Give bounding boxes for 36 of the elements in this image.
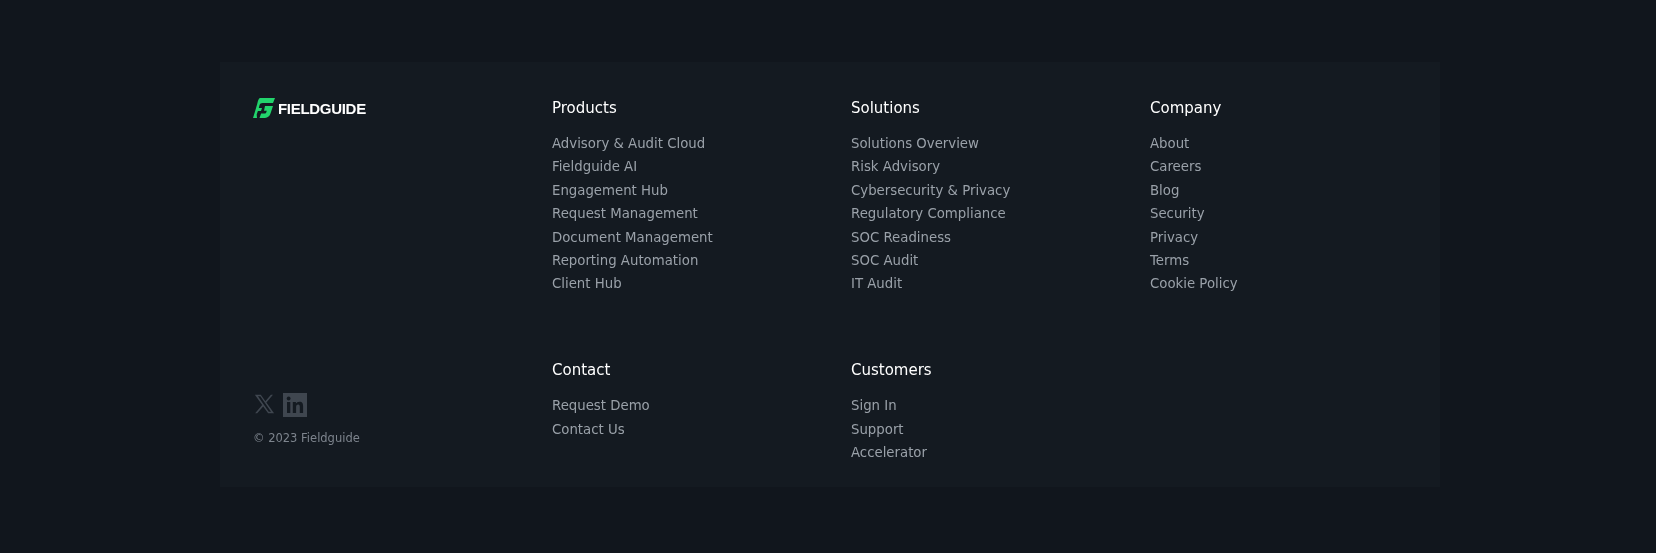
copyright-text: © 2023 Fieldguide	[253, 431, 361, 445]
footer-link[interactable]: Terms	[1150, 249, 1190, 273]
x-icon[interactable]	[253, 393, 275, 415]
column-heading: Customers	[851, 360, 933, 381]
footer-link[interactable]: Fieldguide AI	[552, 155, 638, 179]
footer-link[interactable]: Accelerator	[851, 441, 927, 465]
footer-link[interactable]: Solutions Overview	[851, 132, 979, 156]
logo-icon[interactable]	[253, 98, 275, 118]
column-heading: Company	[1150, 98, 1223, 118]
column-heading: Solutions	[851, 98, 921, 118]
brand-name[interactable]: FIELDGUIDE	[278, 99, 366, 117]
footer-link[interactable]: Blog	[1150, 178, 1180, 203]
footer-link[interactable]: Regulatory Compliance	[851, 202, 1006, 226]
footer-link[interactable]: Advisory & Audit Cloud	[552, 132, 706, 156]
linkedin-icon[interactable]	[283, 393, 307, 417]
footer-link[interactable]: Client Hub	[552, 272, 622, 296]
footer-link[interactable]: Sign In	[851, 394, 897, 418]
footer-link[interactable]: Risk Advisory	[851, 155, 941, 179]
footer-link[interactable]: Request Demo	[552, 394, 650, 418]
footer-link[interactable]: IT Audit	[851, 272, 903, 296]
footer-link[interactable]: SOC Readiness	[851, 225, 951, 250]
footer-link[interactable]: Privacy	[1150, 225, 1199, 250]
footer-link[interactable]: Document Management	[552, 225, 713, 250]
footer-link[interactable]: Contact Us	[552, 417, 625, 442]
footer-link[interactable]: Engagement Hub	[552, 178, 668, 203]
footer-link[interactable]: Reporting Automation	[552, 249, 699, 273]
footer-link[interactable]: Cookie Policy	[1150, 272, 1238, 296]
footer-link[interactable]: Security	[1150, 202, 1205, 226]
column-heading: Products	[552, 98, 618, 118]
column-heading: Contact	[552, 360, 612, 381]
footer-link[interactable]: Request Management	[552, 202, 698, 226]
footer-link[interactable]: Support	[851, 417, 904, 442]
footer-link[interactable]: SOC Audit	[851, 249, 919, 273]
footer-link[interactable]: Cybersecurity & Privacy	[851, 178, 1011, 203]
footer-link[interactable]: About	[1150, 132, 1190, 156]
footer-link[interactable]: Careers	[1150, 155, 1202, 179]
